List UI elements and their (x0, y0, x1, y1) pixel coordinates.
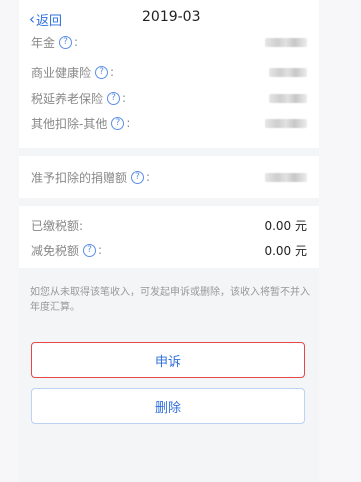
help-icon[interactable]: ? (107, 91, 121, 105)
deduction-label: 税延养老保险 (31, 91, 104, 106)
deduction-row-pension-insurance: 税延养老保险 ? : (31, 88, 307, 108)
tax-relief-label: 减免税额 (31, 243, 80, 258)
tax-relief-row: 减免税额 ? : 0.00 元 (31, 243, 307, 258)
deductions-section: 年金 ? : 商业健康险 ? : 税延养老保险 ? : 其他扣除-其他 ? : (19, 35, 319, 148)
tax-section: 已缴税额: 0.00 元 减免税额 ? : 0.00 元 (19, 206, 319, 268)
delete-button[interactable]: 删除 (31, 388, 305, 424)
back-label: 返回 (36, 14, 63, 29)
masked-value (269, 93, 307, 103)
donation-section: 准予扣除的捐赠额 ? : (19, 156, 319, 198)
info-note: 如您从未取得该笔收入，可发起申诉或删除，该收入将暂不并入年度汇算。 (30, 287, 310, 313)
nav-header: ‹ 返回 2019-03 (19, 0, 319, 36)
donation-row: 准予扣除的捐赠额 ? : (31, 167, 307, 187)
masked-value (265, 118, 307, 128)
deduction-label: 年金 (31, 35, 56, 50)
deduction-label: 其他扣除-其他 (31, 116, 108, 131)
donation-label: 准予扣除的捐赠额 (31, 170, 128, 185)
page-title: 2019-03 (142, 9, 201, 25)
masked-value (265, 37, 307, 47)
help-icon[interactable]: ? (131, 170, 145, 184)
tax-paid-row: 已缴税额: 0.00 元 (31, 215, 307, 235)
appeal-button[interactable]: 申诉 (31, 342, 305, 378)
back-button[interactable]: ‹ 返回 (29, 10, 63, 30)
deduction-row-health-insurance: 商业健康险 ? : (31, 62, 307, 82)
chevron-left-icon: ‹ (29, 10, 35, 28)
help-icon[interactable]: ? (95, 65, 109, 79)
help-icon[interactable]: ? (59, 35, 73, 49)
help-icon[interactable]: ? (83, 243, 97, 257)
tax-relief-value: 0.00 元 (264, 243, 307, 258)
deduction-label: 商业健康险 (31, 65, 92, 80)
masked-value (265, 172, 307, 182)
tax-paid-label: 已缴税额: (31, 218, 84, 233)
help-icon[interactable]: ? (111, 116, 125, 130)
deduction-row-other: 其他扣除-其他 ? : (31, 113, 307, 133)
tax-paid-value: 0.00 元 (264, 218, 307, 233)
masked-value (269, 67, 307, 77)
